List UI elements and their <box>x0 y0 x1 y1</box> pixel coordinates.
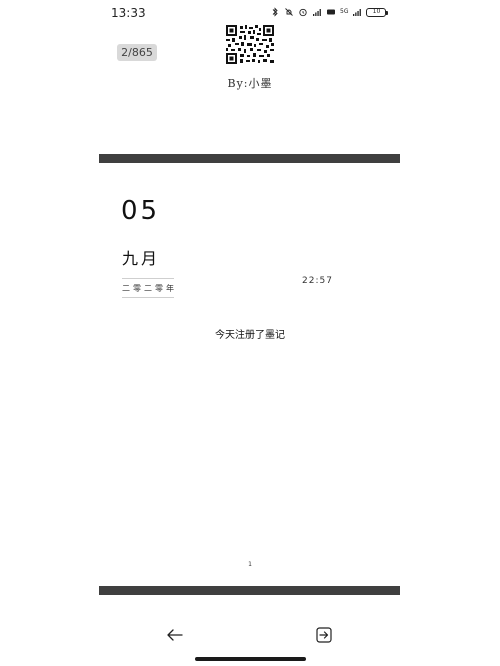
back-arrow-icon[interactable] <box>166 627 184 643</box>
qr-code-icon <box>226 25 274 64</box>
signal-icon <box>313 9 321 16</box>
status-bar: 13:33 5G 10 <box>0 0 500 28</box>
battery-level: 10 <box>372 8 381 15</box>
bluetooth-icon <box>272 7 278 17</box>
top-divider <box>99 154 400 163</box>
page-indicator: 2/865 <box>117 44 157 61</box>
silent-bell-icon <box>285 8 293 16</box>
page-number: 1 <box>248 561 252 568</box>
screen: 13:33 5G 10 2/865 By:小墨 05 九月 二零二零年 22:5… <box>0 0 500 666</box>
year-rule <box>122 297 174 298</box>
network-type-label: 5G <box>340 8 349 15</box>
month-rule <box>122 278 174 279</box>
entry-text: 今天注册了墨记 <box>215 330 285 341</box>
data-badge-icon <box>327 9 335 15</box>
alarm-clock-icon <box>299 8 307 17</box>
bottom-divider <box>99 586 400 595</box>
battery-icon: 10 <box>366 7 389 17</box>
status-time: 13:33 <box>111 6 146 20</box>
status-icons: 5G 10 <box>270 7 389 17</box>
author-label: By:小墨 <box>227 77 273 90</box>
home-indicator[interactable] <box>195 657 306 661</box>
entry-month: 九月 <box>122 249 161 268</box>
entry-time: 22:57 <box>302 276 333 286</box>
share-export-icon[interactable] <box>315 626 333 644</box>
entry-year: 二零二零年 <box>122 284 177 293</box>
signal-icon-2 <box>353 9 362 16</box>
entry-day: 05 <box>121 196 161 226</box>
